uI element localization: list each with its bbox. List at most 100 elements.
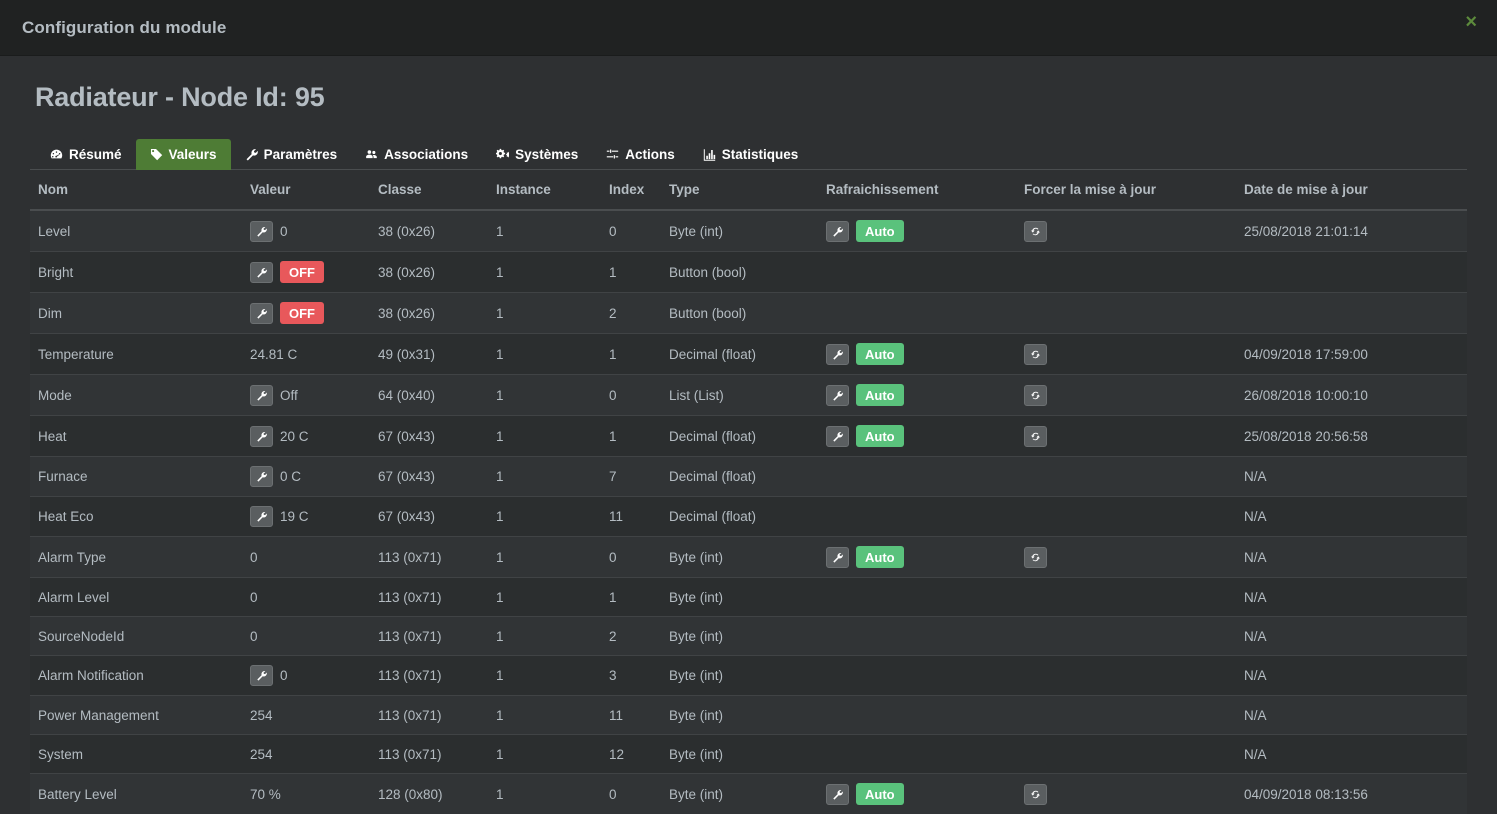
cell-index: 0 xyxy=(601,774,661,814)
refresh-icon[interactable] xyxy=(1024,344,1047,365)
tab-associations[interactable]: Associations xyxy=(351,139,482,171)
auto-badge[interactable]: Auto xyxy=(856,384,904,406)
cell-valeur: 254 xyxy=(242,696,370,735)
cell-nom: Alarm Type xyxy=(30,537,242,578)
cell-type: Byte (int) xyxy=(661,617,818,656)
cell-rafraichissement: Auto xyxy=(818,774,1016,814)
refresh-icon[interactable] xyxy=(1024,385,1047,406)
value-text: 24.81 C xyxy=(250,347,297,362)
tab-label: Paramètres xyxy=(264,148,338,162)
cell-instance: 1 xyxy=(488,334,601,375)
cell-nom: Heat xyxy=(30,416,242,457)
table-row: Heat Eco19 C67 (0x43)111Decimal (float)N… xyxy=(30,497,1467,537)
cell-valeur: OFF xyxy=(242,293,370,334)
cell-instance: 1 xyxy=(488,656,601,696)
wrench-icon[interactable] xyxy=(250,426,273,447)
value-widget: 24.81 C xyxy=(250,347,362,362)
cogs-icon xyxy=(496,148,509,161)
auto-badge[interactable]: Auto xyxy=(856,546,904,568)
table-row: ModeOff64 (0x40)10List (List)Auto26/08/2… xyxy=(30,375,1467,416)
refresh-widget: Auto xyxy=(826,220,1008,242)
wrench-icon[interactable] xyxy=(250,665,273,686)
refresh-icon[interactable] xyxy=(1024,784,1047,805)
wrench-icon[interactable] xyxy=(250,303,273,324)
wrench-icon[interactable] xyxy=(826,385,849,406)
auto-badge[interactable]: Auto xyxy=(856,783,904,805)
wrench-icon[interactable] xyxy=(250,506,273,527)
cell-valeur: Off xyxy=(242,375,370,416)
auto-badge[interactable]: Auto xyxy=(856,343,904,365)
cell-classe: 38 (0x26) xyxy=(370,293,488,334)
cell-rafraichissement xyxy=(818,497,1016,537)
cell-type: Byte (int) xyxy=(661,578,818,617)
wrench-icon[interactable] xyxy=(250,262,273,283)
cell-rafraichissement xyxy=(818,617,1016,656)
status-badge[interactable]: OFF xyxy=(280,261,324,283)
value-widget: 0 xyxy=(250,629,362,644)
cell-index: 1 xyxy=(601,578,661,617)
cell-valeur: 0 C xyxy=(242,457,370,497)
page-title: Radiateur - Node Id: 95 xyxy=(35,82,1467,113)
wrench-icon[interactable] xyxy=(826,221,849,242)
wrench-icon xyxy=(245,148,258,161)
close-icon[interactable]: × xyxy=(1459,8,1483,36)
tab-label: Statistiques xyxy=(722,148,799,162)
table-header-row: NomValeurClasseInstanceIndexTypeRafraich… xyxy=(30,170,1467,210)
cell-classe: 113 (0x71) xyxy=(370,656,488,696)
column-header: Valeur xyxy=(242,170,370,210)
refresh-icon[interactable] xyxy=(1024,426,1047,447)
refresh-icon[interactable] xyxy=(1024,221,1047,242)
cell-force-update xyxy=(1016,578,1236,617)
refresh-widget: Auto xyxy=(826,343,1008,365)
wrench-icon[interactable] xyxy=(250,385,273,406)
tab-parametres[interactable]: Paramètres xyxy=(231,139,352,171)
tab-valeurs[interactable]: Valeurs xyxy=(136,139,231,171)
cell-index: 12 xyxy=(601,735,661,774)
cell-rafraichissement xyxy=(818,696,1016,735)
table-row: Furnace0 C67 (0x43)17Decimal (float)N/A xyxy=(30,457,1467,497)
cell-valeur: 0 xyxy=(242,210,370,252)
tab-label: Actions xyxy=(625,148,675,162)
cell-type: Decimal (float) xyxy=(661,497,818,537)
wrench-icon[interactable] xyxy=(250,466,273,487)
table-row: Power Management254113 (0x71)111Byte (in… xyxy=(30,696,1467,735)
value-text: 0 C xyxy=(280,469,301,484)
cell-rafraichissement xyxy=(818,252,1016,293)
cell-instance: 1 xyxy=(488,774,601,814)
cell-valeur: 0 xyxy=(242,578,370,617)
column-header: Forcer la mise à jour xyxy=(1016,170,1236,210)
cell-force-update xyxy=(1016,457,1236,497)
auto-badge[interactable]: Auto xyxy=(856,425,904,447)
modal-title: Configuration du module xyxy=(22,18,226,38)
tab-actions[interactable]: Actions xyxy=(592,139,689,171)
cell-rafraichissement xyxy=(818,656,1016,696)
status-badge[interactable]: OFF xyxy=(280,302,324,324)
cell-type: List (List) xyxy=(661,375,818,416)
tab-label: Systèmes xyxy=(515,148,578,162)
cell-nom: Heat Eco xyxy=(30,497,242,537)
cell-nom: Power Management xyxy=(30,696,242,735)
cell-index: 3 xyxy=(601,656,661,696)
cell-force-update xyxy=(1016,617,1236,656)
wrench-icon[interactable] xyxy=(826,547,849,568)
tab-systemes[interactable]: Systèmes xyxy=(482,139,592,171)
value-widget: 0 xyxy=(250,550,362,565)
cell-classe: 113 (0x71) xyxy=(370,696,488,735)
cell-valeur: 0 xyxy=(242,537,370,578)
tab-resume[interactable]: Résumé xyxy=(36,139,136,171)
cell-date xyxy=(1236,252,1467,293)
wrench-icon[interactable] xyxy=(826,426,849,447)
auto-badge[interactable]: Auto xyxy=(856,220,904,242)
wrench-icon[interactable] xyxy=(826,784,849,805)
cell-date: 25/08/2018 21:01:14 xyxy=(1236,210,1467,252)
cell-classe: 113 (0x71) xyxy=(370,617,488,656)
tab-statistiques[interactable]: Statistiques xyxy=(689,139,813,171)
table-row: Alarm Notification0113 (0x71)13Byte (int… xyxy=(30,656,1467,696)
wrench-icon[interactable] xyxy=(250,221,273,242)
cell-classe: 64 (0x40) xyxy=(370,375,488,416)
wrench-icon[interactable] xyxy=(826,344,849,365)
modal-header: Configuration du module × xyxy=(0,0,1497,56)
cell-nom: Level xyxy=(30,210,242,252)
refresh-icon[interactable] xyxy=(1024,547,1047,568)
cell-valeur: 20 C xyxy=(242,416,370,457)
